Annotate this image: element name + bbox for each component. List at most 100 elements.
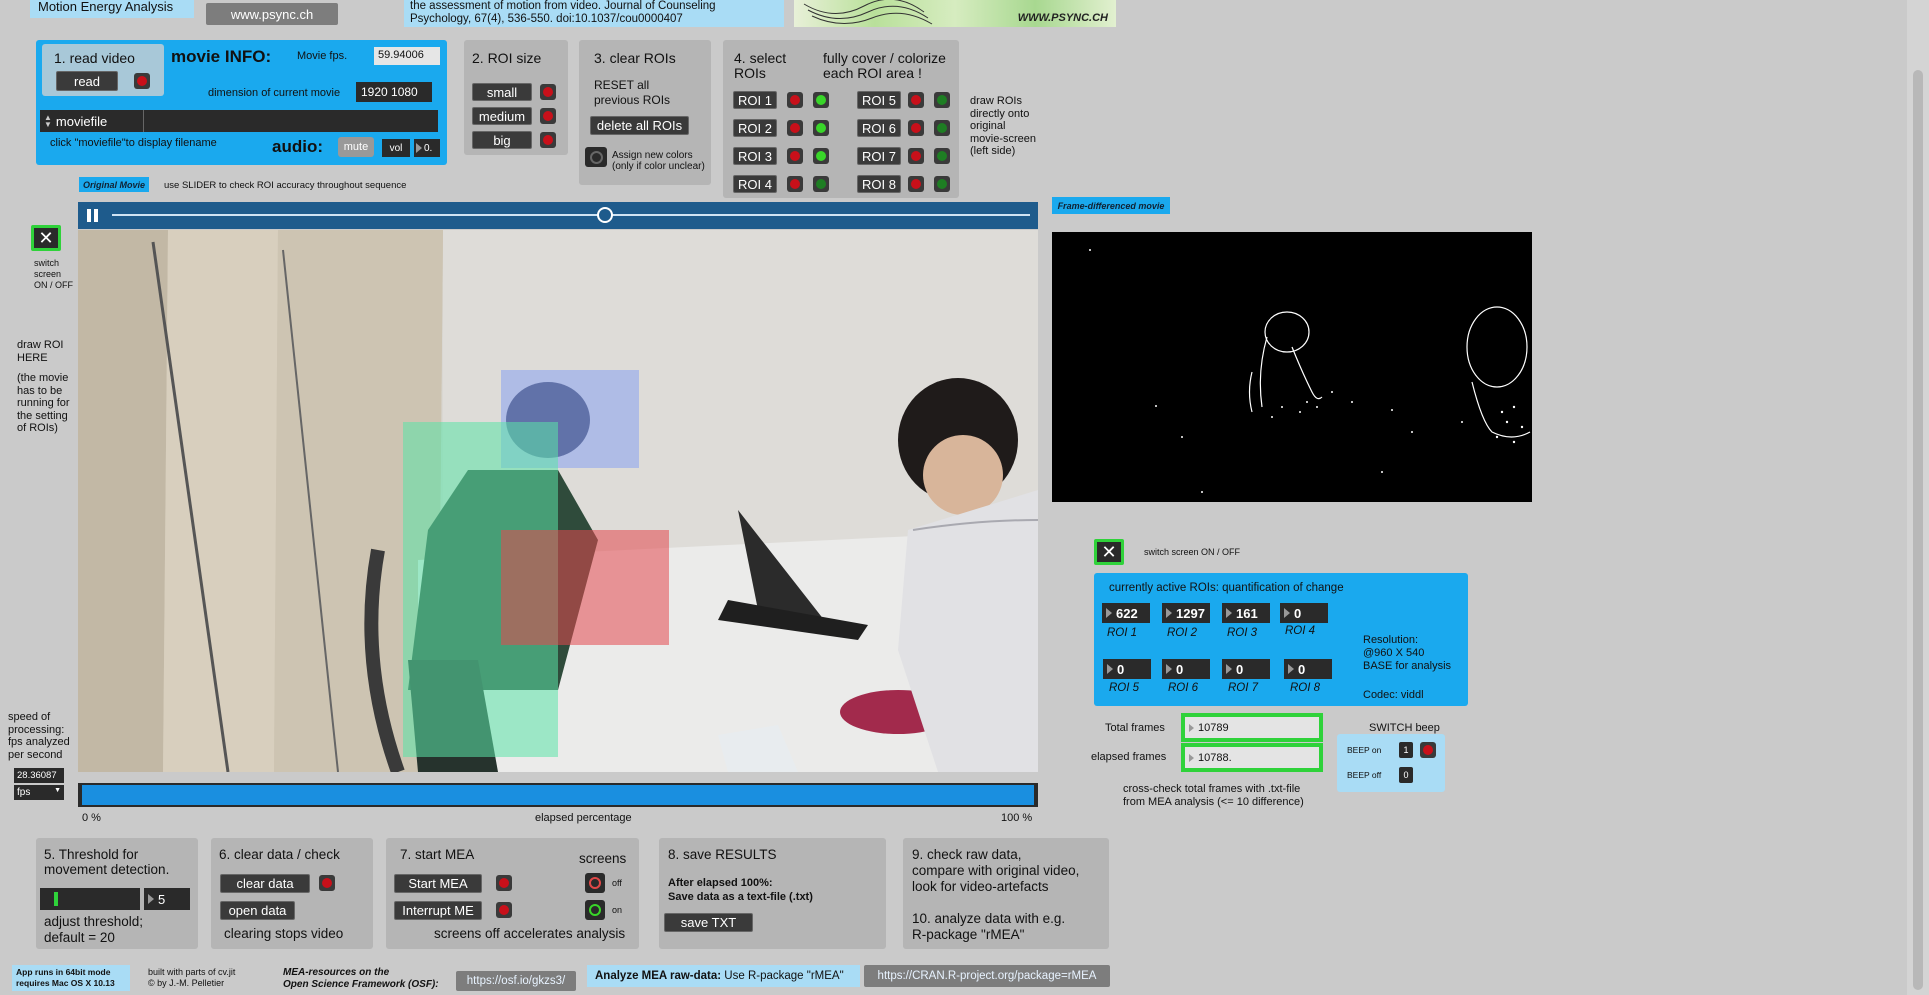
roi-small-led bbox=[540, 84, 556, 100]
scrollbar-thumb[interactable] bbox=[1913, 70, 1923, 990]
select-rois-panel: 4. select ROIs fully cover / colorize ea… bbox=[723, 40, 959, 198]
elapsed-frames-box: 10788. bbox=[1181, 743, 1323, 772]
screens-off-label: off bbox=[612, 878, 622, 888]
frames-note-line: from MEA analysis (<= 10 difference) bbox=[1123, 796, 1304, 808]
roi-size-panel: 2. ROI size small medium big bbox=[464, 40, 568, 155]
save-results-hint2: Save data as a text-file (.txt) bbox=[668, 891, 813, 903]
beep-on-led bbox=[1420, 742, 1436, 758]
slider-handle[interactable] bbox=[597, 207, 613, 223]
value-arrow-icon bbox=[1166, 608, 1172, 618]
start-mea-label: Start MEA bbox=[408, 876, 468, 891]
website-button[interactable]: www.psync.ch bbox=[206, 3, 338, 25]
roi-4-led-green[interactable] bbox=[813, 176, 829, 192]
volume-number[interactable]: 0. bbox=[414, 139, 440, 157]
switch-screen-left-button[interactable]: ✕ bbox=[31, 225, 61, 251]
movie-position-slider[interactable] bbox=[112, 214, 1030, 216]
draw-rois-hint: draw ROIs directly onto original movie-s… bbox=[970, 95, 1036, 158]
vertical-scrollbar[interactable] bbox=[1907, 0, 1929, 995]
clear-data-led bbox=[319, 875, 335, 891]
threshold-hint2: default = 20 bbox=[44, 930, 115, 945]
assign-colors-label2: (only if color unclear) bbox=[612, 161, 705, 172]
roi-3-led-red bbox=[787, 148, 803, 164]
roi-medium-button[interactable]: medium bbox=[472, 107, 532, 125]
roi-4-value-text: 0 bbox=[1294, 605, 1302, 621]
roi-5-button[interactable]: ROI 5 bbox=[857, 91, 901, 109]
roi-5-led-red bbox=[908, 92, 924, 108]
clear-data-panel: 6. clear data / check clear data open da… bbox=[211, 838, 373, 949]
clear-data-title: 6. clear data / check bbox=[219, 847, 340, 862]
movie-transport-bar bbox=[78, 202, 1038, 229]
delete-all-rois-button[interactable]: delete all ROIs bbox=[590, 116, 689, 135]
check-line4: 10. analyze data with e.g. bbox=[912, 911, 1066, 926]
beep-on-toggle[interactable]: 1 bbox=[1399, 742, 1413, 758]
draw-rois-hint-line: (left side) bbox=[970, 145, 1016, 157]
roi-2-led-red bbox=[787, 120, 803, 136]
switch-screen-right-button[interactable]: ✕ bbox=[1094, 539, 1124, 565]
progress-left-label: 0 % bbox=[82, 812, 101, 824]
assign-colors-button[interactable] bbox=[585, 147, 607, 167]
total-frames-value: 10789 bbox=[1198, 721, 1229, 734]
switch-screen-right-label: switch screen ON / OFF bbox=[1144, 547, 1241, 557]
roi-3-button[interactable]: ROI 3 bbox=[733, 147, 777, 165]
progress-right-label: 100 % bbox=[1001, 812, 1033, 824]
roi-7-led-green[interactable] bbox=[934, 148, 950, 164]
roi-big-button[interactable]: big bbox=[472, 131, 532, 149]
roi-5-led-green[interactable] bbox=[934, 92, 950, 108]
roi-6-led-green[interactable] bbox=[934, 120, 950, 136]
roi-8-button[interactable]: ROI 8 bbox=[857, 175, 901, 193]
roi-7-value: 0 bbox=[1222, 659, 1270, 679]
roi-1-led-green[interactable] bbox=[813, 92, 829, 108]
rmea-info-text: Use R-package "rMEA" bbox=[721, 970, 844, 982]
roi-2-button[interactable]: ROI 2 bbox=[733, 119, 777, 137]
mute-button[interactable]: mute bbox=[338, 137, 374, 157]
interrupt-mea-button[interactable]: Interrupt ME bbox=[394, 901, 482, 920]
roi-7-led-red bbox=[908, 148, 924, 164]
draw-roi-here-line: of ROIs) bbox=[17, 422, 58, 434]
roi-6-button[interactable]: ROI 6 bbox=[857, 119, 901, 137]
roi-7-value-label: ROI 7 bbox=[1228, 682, 1259, 694]
cran-link-label: https://CRAN.R-project.org/package=rMEA bbox=[877, 970, 1097, 982]
check-line2: compare with original video, bbox=[912, 863, 1080, 878]
clear-data-button[interactable]: clear data bbox=[220, 874, 310, 893]
volume-value: 0. bbox=[424, 142, 433, 154]
roi-2-led-green[interactable] bbox=[813, 120, 829, 136]
threshold-slider-fill bbox=[54, 892, 58, 906]
codec-info: Codec: viddl bbox=[1363, 689, 1424, 701]
screens-label: screens bbox=[579, 851, 627, 866]
cran-link-button[interactable]: https://CRAN.R-project.org/package=rMEA bbox=[864, 965, 1110, 987]
roi-8-led-red bbox=[908, 176, 924, 192]
start-mea-button[interactable]: Start MEA bbox=[394, 874, 482, 893]
fps-unit-menu[interactable]: fps ▼ bbox=[14, 785, 64, 800]
save-txt-button[interactable]: save TXT bbox=[664, 913, 753, 932]
beep-panel: BEEP on 1 BEEP off 0 bbox=[1337, 734, 1445, 792]
roi-1-button[interactable]: ROI 1 bbox=[733, 91, 777, 109]
read-button[interactable]: read bbox=[56, 71, 118, 91]
roi-big-label: big bbox=[493, 132, 511, 148]
moviefile-menu[interactable]: ▲ ▼ moviefile bbox=[40, 110, 438, 132]
open-data-button[interactable]: open data bbox=[220, 901, 295, 920]
frames-note: cross-check total frames with .txt-file … bbox=[1123, 783, 1304, 809]
osf-link-button[interactable]: https://osf.io/gkzs3/ bbox=[456, 971, 576, 991]
assign-colors-circle-icon bbox=[589, 150, 603, 164]
roi-7-button[interactable]: ROI 7 bbox=[857, 147, 901, 165]
slider-hint: use SLIDER to check ROI accuracy through… bbox=[164, 180, 407, 191]
clear-rois-panel: 3. clear ROIs RESET all previous ROIs de… bbox=[579, 40, 711, 185]
movie-info-panel: 1. read video read movie INFO: Movie fps… bbox=[36, 40, 447, 165]
roi-4-button[interactable]: ROI 4 bbox=[733, 175, 777, 193]
threshold-slider[interactable] bbox=[40, 888, 140, 910]
roi-3-led-green[interactable] bbox=[813, 148, 829, 164]
original-movie-screen[interactable] bbox=[78, 230, 1038, 772]
movie-frame-graphic bbox=[78, 230, 1038, 772]
screens-on-button[interactable] bbox=[585, 900, 605, 920]
beep-off-toggle[interactable]: 0 bbox=[1399, 767, 1413, 783]
check-analyze-panel: 9. check raw data, compare with original… bbox=[903, 838, 1109, 949]
pause-button[interactable] bbox=[78, 202, 106, 229]
draw-roi-here-line bbox=[17, 364, 70, 372]
check-line1: 9. check raw data, bbox=[912, 847, 1022, 862]
threshold-number[interactable]: 5 bbox=[144, 888, 190, 910]
roi-small-button[interactable]: small bbox=[472, 83, 532, 101]
roi-8-value-label: ROI 8 bbox=[1290, 682, 1321, 694]
roi-8-led-green[interactable] bbox=[934, 176, 950, 192]
screens-off-button[interactable] bbox=[585, 873, 605, 893]
interrupt-mea-label: Interrupt ME bbox=[402, 903, 474, 918]
